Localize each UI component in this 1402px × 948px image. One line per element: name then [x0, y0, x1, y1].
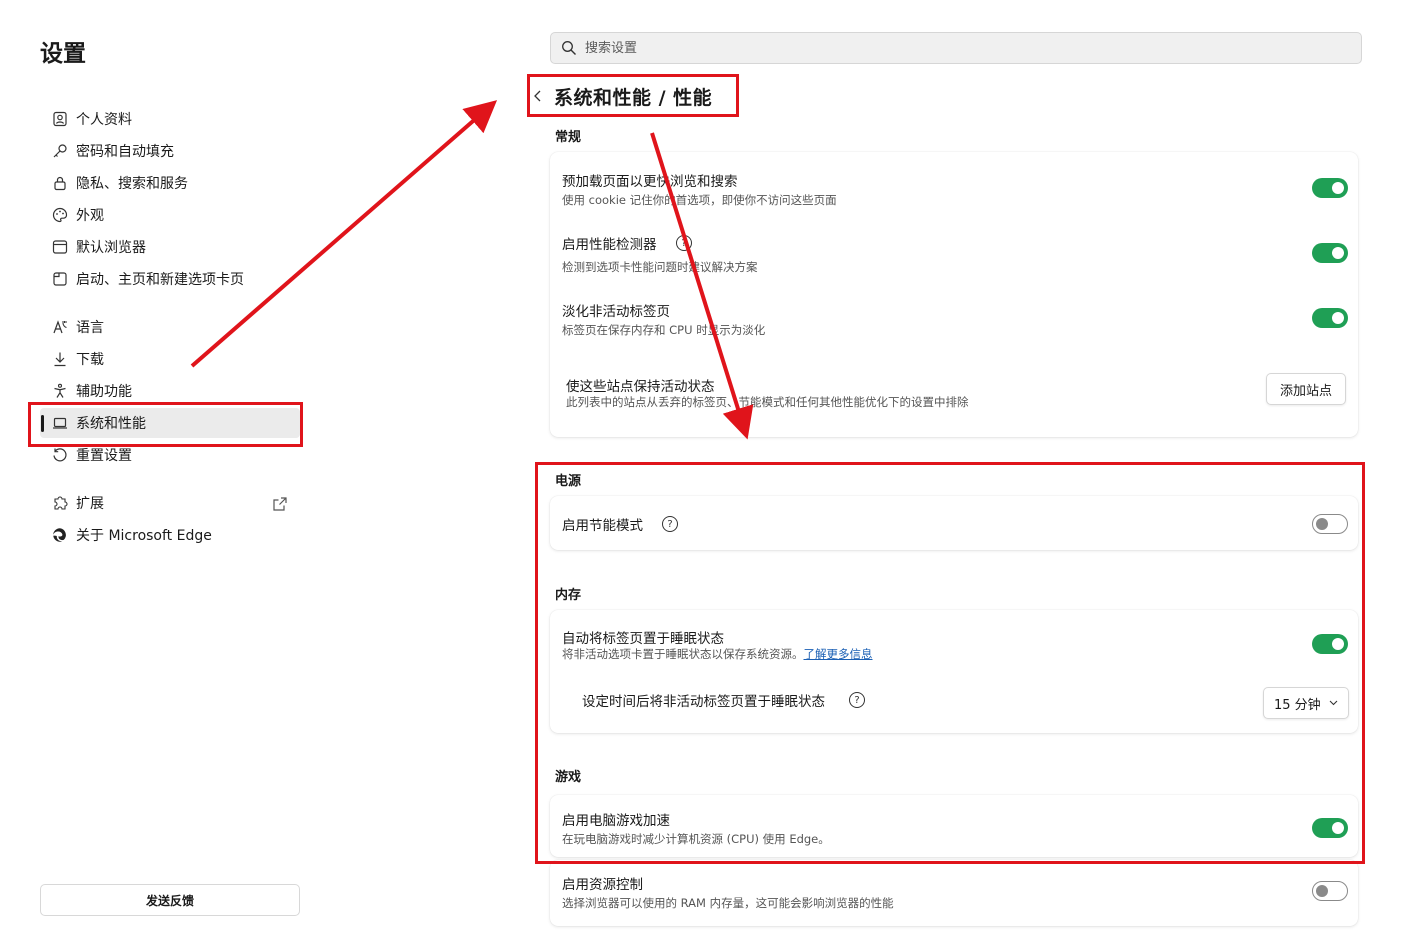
sidebar-item-passwords[interactable]: 密码和自动填充 — [40, 136, 300, 166]
resource-title: 启用资源控制 — [562, 877, 643, 893]
sidebar-item-extensions[interactable]: 扩展 — [40, 488, 300, 518]
help-icon[interactable]: ? — [849, 692, 865, 708]
resource-toggle[interactable] — [1312, 881, 1348, 901]
sidebar-item-profile[interactable]: 个人资料 — [40, 104, 300, 134]
breadcrumb: 系统和性能 / 性能 — [530, 80, 712, 112]
back-button[interactable] — [530, 88, 546, 104]
sidebar-item-privacy[interactable]: 隐私、搜索和服务 — [40, 168, 300, 198]
settings-title: 设置 — [40, 41, 86, 67]
efficiency-toggle[interactable] — [1312, 514, 1348, 534]
sidebar-item-about[interactable]: 关于 Microsoft Edge — [40, 520, 300, 550]
game-desc: 在玩电脑游戏时减少计算机资源 (CPU) 使用 Edge。 — [562, 832, 830, 846]
sidebar-item-label: 语言 — [76, 320, 104, 336]
sidebar-item-startup[interactable]: 启动、主页和新建选项卡页 — [40, 264, 300, 294]
general-card: 预加载页面以更快浏览和搜索 使用 cookie 记住你的首选项，即使你不访问这些… — [550, 152, 1358, 437]
key-icon — [50, 141, 70, 161]
page-title: 系统和性能 / 性能 — [554, 86, 713, 109]
keep-active-title: 使这些站点保持活动状态 — [566, 379, 715, 395]
sidebar-item-label: 辅助功能 — [76, 384, 132, 400]
sidebar-item-language[interactable]: 语言 — [40, 312, 300, 342]
help-icon[interactable]: ? — [676, 235, 692, 251]
sidebar: 设置 个人资料 密码和自动填充 隐私、搜索和服务 外观 默认浏览器 启动、主页和… — [0, 0, 320, 948]
sidebar-item-label: 系统和性能 — [76, 416, 146, 432]
sidebar-item-appearance[interactable]: 外观 — [40, 200, 300, 230]
chevron-down-icon — [1329, 700, 1338, 706]
sidebar-item-label: 下载 — [76, 352, 104, 368]
sleep-title: 自动将标签页置于睡眠状态 — [562, 631, 724, 647]
sidebar-item-label: 重置设置 — [76, 448, 132, 464]
fade-desc: 标签页在保存内存和 CPU 时显示为淡化 — [562, 323, 766, 337]
accessibility-icon — [50, 381, 70, 401]
section-heading-general: 常规 — [555, 130, 582, 145]
palette-icon — [50, 205, 70, 225]
sidebar-item-label: 外观 — [76, 208, 104, 224]
sidebar-item-accessibility[interactable]: 辅助功能 — [40, 376, 300, 406]
monitor-toggle[interactable] — [1312, 243, 1348, 263]
sidebar-item-downloads[interactable]: 下载 — [40, 344, 300, 374]
game-toggle[interactable] — [1312, 818, 1348, 838]
puzzle-icon — [50, 493, 70, 513]
search-input[interactable] — [583, 39, 1287, 57]
sidebar-item-system[interactable]: 系统和性能 — [40, 408, 300, 438]
sidebar-item-label: 个人资料 — [76, 112, 132, 128]
sleep-desc-wrap: 将非活动选项卡置于睡眠状态以保存系统资源。了解更多信息 — [562, 646, 873, 662]
fade-toggle[interactable] — [1312, 308, 1348, 328]
learn-more-link[interactable]: 了解更多信息 — [804, 647, 873, 661]
sidebar-item-label: 隐私、搜索和服务 — [76, 176, 188, 192]
sleep-desc: 将非活动选项卡置于睡眠状态以保存系统资源。 — [562, 647, 804, 661]
gaming-card: 启用电脑游戏加速 在玩电脑游戏时减少计算机资源 (CPU) 使用 Edge。 — [550, 795, 1358, 857]
game-title: 启用电脑游戏加速 — [562, 813, 670, 829]
monitor-title: 启用性能检测器 — [562, 237, 657, 253]
sidebar-item-reset[interactable]: 重置设置 — [40, 440, 300, 470]
sidebar-item-label: 启动、主页和新建选项卡页 — [76, 272, 244, 288]
sleep-toggle[interactable] — [1312, 634, 1348, 654]
preload-toggle[interactable] — [1312, 178, 1348, 198]
external-link-icon[interactable] — [272, 496, 288, 512]
keep-active-desc: 此列表中的站点从丢弃的标签页、节能模式和任何其他性能优化下的设置中排除 — [566, 395, 969, 409]
tabs-icon — [50, 269, 70, 289]
add-site-button[interactable]: 添加站点 — [1266, 373, 1346, 405]
search-box[interactable] — [550, 32, 1362, 64]
power-card: 启用节能模式 ? — [550, 496, 1358, 550]
resource-card: 启用资源控制 选择浏览器可以使用的 RAM 内存量，这可能会影响浏览器的性能 — [550, 860, 1358, 926]
section-heading-memory: 内存 — [555, 588, 582, 603]
section-heading-gaming: 游戏 — [555, 770, 582, 785]
edge-icon — [50, 525, 70, 545]
sleep-time-title: 设定时间后将非活动标签页置于睡眠状态 — [582, 694, 825, 710]
sleep-time-value: 15 分钟 — [1274, 697, 1321, 713]
lock-icon — [50, 173, 70, 193]
profile-icon — [50, 109, 70, 129]
efficiency-title: 启用节能模式 — [562, 518, 643, 534]
sidebar-item-label: 密码和自动填充 — [76, 144, 174, 160]
download-icon — [50, 349, 70, 369]
sidebar-item-label: 扩展 — [76, 496, 104, 512]
language-icon — [50, 317, 70, 337]
browser-icon — [50, 237, 70, 257]
sidebar-item-label: 关于 Microsoft Edge — [76, 528, 212, 544]
help-icon[interactable]: ? — [662, 516, 678, 532]
section-heading-power: 电源 — [555, 474, 582, 489]
memory-card: 自动将标签页置于睡眠状态 将非活动选项卡置于睡眠状态以保存系统资源。了解更多信息… — [550, 610, 1358, 733]
preload-title: 预加载页面以更快浏览和搜索 — [562, 174, 738, 190]
sleep-time-dropdown[interactable]: 15 分钟 — [1263, 687, 1349, 719]
search-icon — [561, 40, 577, 56]
laptop-icon — [50, 413, 70, 433]
monitor-desc: 检测到选项卡性能问题时建议解决方案 — [562, 260, 758, 274]
sidebar-item-label: 默认浏览器 — [76, 240, 146, 256]
sidebar-item-default-browser[interactable]: 默认浏览器 — [40, 232, 300, 262]
fade-title: 淡化非活动标签页 — [562, 304, 670, 320]
preload-desc: 使用 cookie 记住你的首选项，即使你不访问这些页面 — [562, 193, 837, 207]
resource-desc: 选择浏览器可以使用的 RAM 内存量，这可能会影响浏览器的性能 — [562, 896, 894, 910]
reset-icon — [50, 445, 70, 465]
feedback-button[interactable]: 发送反馈 — [40, 884, 300, 916]
